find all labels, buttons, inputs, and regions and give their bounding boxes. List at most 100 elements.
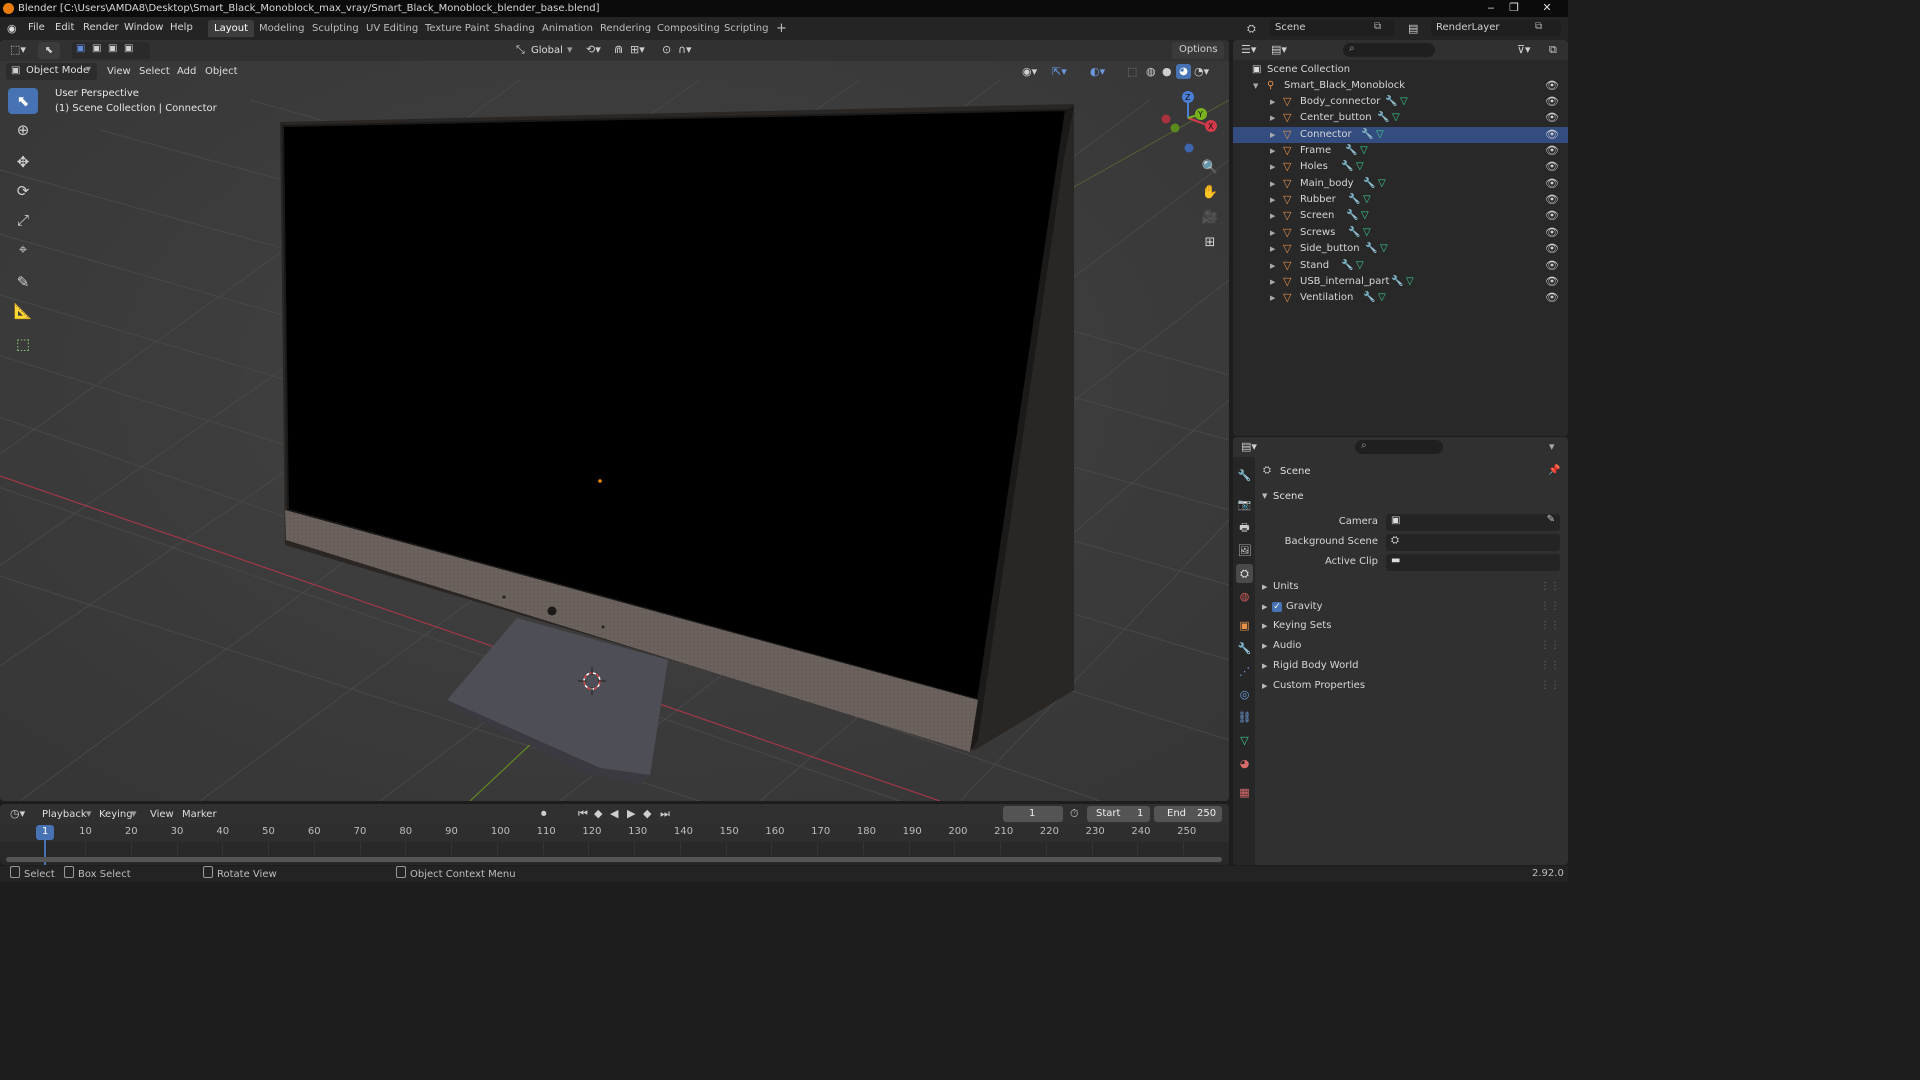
outliner-row-object[interactable]: ▶ ▽ Holes 🔧 ▽ 👁 <box>1233 159 1568 175</box>
timeline-menu-marker[interactable]: Marker <box>182 806 217 823</box>
mesh-data-icon[interactable]: ▽ <box>1356 258 1364 274</box>
viewport-scene[interactable] <box>0 40 1229 801</box>
material-preview-icon[interactable]: ◕ <box>1176 64 1191 79</box>
prev-keyframe-icon[interactable]: ◆ <box>594 807 602 820</box>
select-subtract-icon[interactable]: ▣ <box>108 43 117 54</box>
xray-icon[interactable]: ⬚ <box>1127 65 1137 78</box>
visibility-eye-icon[interactable]: 👁 <box>1545 241 1559 257</box>
mesh-data-icon[interactable]: ▽ <box>1361 208 1369 224</box>
tool-select-icon[interactable]: ⬉ <box>38 42 60 59</box>
tool-tab-icon[interactable]: 🔧 <box>1236 466 1253 485</box>
mesh-data-icon[interactable]: ▽ <box>1406 274 1414 290</box>
next-keyframe-icon[interactable]: ◆ <box>643 807 651 820</box>
expand-arrow-icon[interactable]: ▶ <box>1270 258 1275 274</box>
properties-panel[interactable]: ▤▾ ⌕ ▾ ⛭ Scene 📌 ▼ Scene Camera ▣ ✎ Backgro… <box>1233 437 1568 865</box>
mesh-data-icon[interactable]: ▽ <box>1363 192 1371 208</box>
drag-handle-icon[interactable]: ⋮⋮ <box>1540 657 1560 675</box>
modifier-wrench-icon[interactable]: 🔧 <box>1341 258 1353 274</box>
object-tab-icon[interactable]: ▣ <box>1236 616 1253 635</box>
gizmo-neg-x[interactable] <box>1161 114 1171 124</box>
gizmo-neg-z[interactable] <box>1184 143 1194 153</box>
tab-scripting[interactable]: Scripting <box>718 20 774 37</box>
subpanel-header[interactable]: ▶ Rigid Body World ⋮⋮ <box>1258 657 1562 675</box>
modifier-wrench-icon[interactable]: 🔧 <box>1345 143 1357 159</box>
scene-selector[interactable]: Scene ⧉ <box>1270 20 1394 36</box>
outliner-row-object[interactable]: ▶ ▽ Connector 🔧 ▽ 👁 <box>1233 126 1568 143</box>
blender-menu-icon[interactable]: ◉ <box>7 22 17 35</box>
rendered-shading-icon[interactable]: ◔▾ <box>1194 65 1209 78</box>
mesh-data-icon[interactable]: ▽ <box>1400 94 1408 110</box>
expand-arrow-icon[interactable]: ▶ <box>1270 159 1275 175</box>
add-workspace-button[interactable]: + <box>770 20 793 37</box>
play-icon[interactable]: ▶ <box>627 807 635 820</box>
properties-search-input[interactable]: ⌕ <box>1355 440 1443 454</box>
expand-arrow-icon[interactable]: ▶ <box>1270 176 1275 192</box>
tab-layout[interactable]: Layout <box>208 20 254 37</box>
visibility-eye-icon[interactable]: 👁 <box>1545 225 1559 241</box>
world-tab-icon[interactable]: ◍ <box>1236 587 1253 606</box>
outliner-panel[interactable]: ☰▾ ▤▾ ⌕ ⊽▾ ⧉ ▣ Scene Collection ▼ ⚲ Smar… <box>1233 40 1568 436</box>
menu-edit[interactable]: Edit <box>51 21 78 34</box>
mesh-data-icon[interactable]: ▽ <box>1363 225 1371 241</box>
scene-panel-header[interactable]: ▼ Scene <box>1258 489 1562 507</box>
field-input[interactable]: ▣ ✎ <box>1386 514 1560 531</box>
options-button[interactable]: Options <box>1172 42 1224 59</box>
outliner-row-object[interactable]: ▶ ▽ Frame 🔧 ▽ 👁 <box>1233 143 1568 159</box>
editor-type-icon[interactable]: ⬚▾ <box>10 43 26 56</box>
transform-orientation-icon[interactable]: ⤡ <box>516 43 525 57</box>
visibility-eye-icon[interactable]: 👁 <box>1545 258 1559 274</box>
constraints-tab-icon[interactable]: ⛓ <box>1236 708 1253 727</box>
outliner-row-object[interactable]: ▶ ▽ USB_internal_part 🔧 ▽ 👁 <box>1233 274 1568 290</box>
outliner-row-object[interactable]: ▶ ▽ Rubber 🔧 ▽ 👁 <box>1233 192 1568 208</box>
modifier-wrench-icon[interactable]: 🔧 <box>1363 290 1375 306</box>
overlay-icon[interactable]: ◐▾ <box>1090 65 1105 78</box>
ortho-grid-icon[interactable]: ⊞ <box>1199 232 1221 254</box>
outliner-row-object[interactable]: ▶ ▽ Stand 🔧 ▽ 👁 <box>1233 258 1568 274</box>
modifier-wrench-icon[interactable]: 🔧 <box>1361 127 1373 143</box>
modifier-wrench-icon[interactable]: 🔧 <box>1348 225 1360 241</box>
new-collection-icon[interactable]: ⧉ <box>1549 43 1557 57</box>
visibility-eye-icon[interactable]: 👁 <box>1545 127 1559 143</box>
zoom-icon[interactable]: 🔍 <box>1199 157 1221 179</box>
menu-render[interactable]: Render <box>79 21 123 34</box>
viewport-menu-object[interactable]: Object <box>205 63 238 80</box>
display-mode-icon[interactable]: ▤▾ <box>1271 43 1287 56</box>
view-layer-tab-icon[interactable]: 🖼 <box>1236 541 1253 560</box>
particles-tab-icon[interactable]: ⋰ <box>1236 662 1253 681</box>
outliner-row-object[interactable]: ▶ ▽ Main_body 🔧 ▽ 👁 <box>1233 176 1568 192</box>
visibility-eye-icon[interactable]: 👁 <box>1545 143 1559 159</box>
selection-mode-buttons[interactable]: ▣ ▣ ▣ ▣ <box>72 42 150 59</box>
menu-window[interactable]: Window <box>120 21 167 34</box>
visibility-eye-icon[interactable]: 👁 <box>1545 208 1559 224</box>
tab-sculpting[interactable]: Sculpting <box>306 20 365 37</box>
checkbox-checked-icon[interactable]: ✓ <box>1272 601 1282 612</box>
camera-view-icon[interactable]: 🎥 <box>1199 207 1221 229</box>
field-input[interactable]: ▬ <box>1386 554 1560 571</box>
outliner-row-object[interactable]: ▶ ▽ Ventilation 🔧 ▽ 👁 <box>1233 290 1568 306</box>
pivot-point-icon[interactable]: ⟲▾ <box>586 43 601 56</box>
snap-target-icon[interactable]: ⊞▾ <box>630 43 645 56</box>
add-cube-tool-icon[interactable]: ⬚ <box>8 331 38 357</box>
select-invert-icon[interactable]: ▣ <box>124 43 133 54</box>
visibility-eye-icon[interactable]: 👁 <box>1545 94 1559 110</box>
tab-rendering[interactable]: Rendering <box>594 20 657 37</box>
proportional-edit-icon[interactable]: ⊙ <box>662 43 671 56</box>
center-button[interactable] <box>547 606 557 616</box>
subpanel-header[interactable]: ▶ Units ⋮⋮ <box>1258 578 1562 596</box>
outliner-row-object[interactable]: ▶ ▽ Screen 🔧 ▽ 👁 <box>1233 208 1568 224</box>
outliner-search-input[interactable]: ⌕ <box>1343 43 1435 57</box>
tab-animation[interactable]: Animation <box>536 20 599 37</box>
expand-arrow-icon[interactable]: ▶ <box>1270 274 1275 290</box>
measure-tool-icon[interactable]: 📐 <box>8 298 38 324</box>
scale-tool-icon[interactable]: ⤢ <box>8 207 38 233</box>
drag-handle-icon[interactable]: ⋮⋮ <box>1540 677 1560 695</box>
end-frame-field[interactable]: End 250 <box>1154 806 1222 822</box>
viewport-menu-add[interactable]: Add <box>177 63 196 80</box>
playhead[interactable]: 1 <box>36 825 54 840</box>
subpanel-header[interactable]: ▶ Custom Properties ⋮⋮ <box>1258 677 1562 695</box>
output-tab-icon[interactable]: 🖶 <box>1236 518 1253 537</box>
data-tab-icon[interactable]: ▽ <box>1236 731 1253 750</box>
record-icon[interactable]: ⏺ <box>541 807 547 821</box>
pan-hand-icon[interactable]: ✋ <box>1199 182 1221 204</box>
viewport-menu-view[interactable]: View <box>107 63 131 80</box>
